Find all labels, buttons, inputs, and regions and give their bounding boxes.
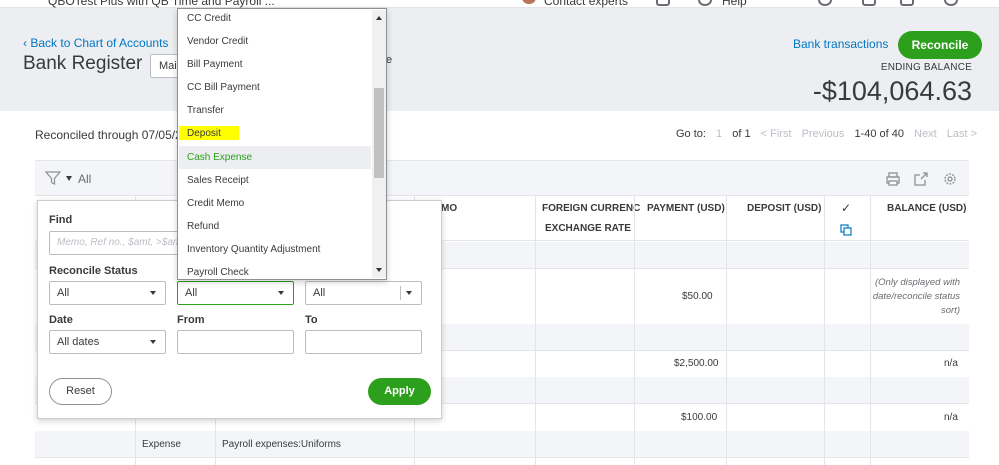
option-cash-expense[interactable]: Cash Expense	[179, 146, 371, 169]
option-vendor-credit[interactable]: Vendor Credit	[179, 30, 371, 53]
megaphone-icon[interactable]	[656, 0, 670, 6]
to-label: To	[305, 314, 318, 326]
tasks-icon[interactable]	[900, 0, 914, 6]
gear-icon[interactable]	[944, 0, 958, 6]
option-sales-receipt[interactable]: Sales Receipt	[179, 169, 371, 192]
option-bill-payment[interactable]: Bill Payment	[179, 53, 371, 76]
balance-note-cell: (Only displayed with date/reconcile stat…	[872, 277, 960, 316]
copy-icon[interactable]	[840, 224, 852, 236]
payment-column-header[interactable]: PAYMENT (USD)	[647, 203, 725, 214]
contact-experts-link[interactable]: Contact experts	[544, 0, 628, 8]
exchange-rate-column-header[interactable]: EXCHANGE RATE	[545, 223, 631, 234]
account-cell: Payroll expenses:Uniforms	[222, 439, 341, 450]
scrollbar-thumb[interactable]	[374, 88, 384, 178]
row-divider	[35, 457, 969, 458]
column-divider	[870, 196, 871, 465]
type-cell: Expense	[142, 439, 181, 450]
balance-column-header[interactable]: BALANCE (USD)	[887, 203, 966, 214]
reconciled-through-text: Reconciled through 07/05/2	[35, 128, 182, 142]
option-deposit[interactable]: Deposit	[179, 122, 371, 145]
goto-label: Go to:	[676, 128, 706, 140]
export-icon[interactable]	[913, 171, 929, 187]
payment-cell: $50.00	[682, 291, 713, 302]
option-credit-memo[interactable]: Credit Memo	[179, 192, 371, 215]
deposit-column-header[interactable]: DEPOSIT (USD)	[747, 203, 821, 214]
apps-grid-icon[interactable]	[775, 0, 789, 6]
transaction-type-value: All	[185, 287, 198, 299]
dropdown-scrollbar[interactable]	[372, 10, 386, 278]
chevron-down-icon	[150, 291, 156, 295]
chevron-down-icon	[150, 340, 156, 344]
option-transfer[interactable]: Transfer	[179, 99, 371, 122]
chevron-down-icon	[406, 291, 412, 295]
select-divider	[400, 286, 401, 300]
scroll-up-arrow-icon[interactable]	[376, 16, 382, 20]
column-divider	[634, 196, 635, 465]
help-icon[interactable]	[698, 0, 712, 6]
search-icon[interactable]	[818, 0, 832, 6]
find-label: Find	[49, 214, 73, 226]
option-payroll-check[interactable]: Payroll Check	[179, 261, 371, 279]
reconcile-status-value: All	[57, 287, 70, 299]
filter-bar: All	[35, 160, 969, 196]
balance-cell: n/a	[944, 412, 958, 423]
transaction-type-select[interactable]: All	[177, 281, 294, 305]
help-link[interactable]: Help	[722, 0, 747, 8]
avatar[interactable]	[522, 0, 536, 4]
ending-balance-label: ENDING BALANCE	[880, 62, 972, 73]
first-page-link[interactable]: < First	[761, 128, 792, 140]
page-title: Bank Register	[23, 53, 143, 74]
date-range-select[interactable]: All dates	[49, 330, 166, 354]
reconcile-status-select[interactable]: All	[49, 281, 166, 305]
filter-icon[interactable]	[45, 170, 61, 186]
chevron-down-icon[interactable]	[66, 176, 72, 181]
chevron-down-icon	[278, 291, 284, 295]
date-range-value: All dates	[57, 336, 100, 348]
to-date-input[interactable]	[305, 330, 422, 354]
from-date-input[interactable]	[177, 330, 294, 354]
page-header: ‹ Back to Chart of Accounts Bank Registe…	[0, 8, 999, 111]
print-icon[interactable]	[885, 171, 901, 187]
payment-cell: $2,500.00	[674, 358, 719, 369]
foreign-currency-column-header[interactable]: FOREIGN CURRENC	[542, 203, 640, 214]
last-page-link[interactable]: Last >	[947, 128, 977, 140]
ending-balance-value: -$104,064.63	[812, 76, 972, 106]
option-cc-credit[interactable]: CC Credit	[179, 9, 371, 30]
option-cc-bill-payment[interactable]: CC Bill Payment	[179, 76, 371, 99]
settings-gear-icon[interactable]	[942, 171, 958, 187]
filter-summary[interactable]: All	[78, 172, 91, 186]
payee-select[interactable]: All	[305, 281, 422, 305]
payee-value: All	[313, 287, 326, 299]
company-name[interactable]: QBOTest Plus with QB Time and Payroll ..…	[48, 0, 275, 8]
option-inventory-quantity-adjustment[interactable]: Inventory Quantity Adjustment	[179, 238, 371, 261]
column-divider	[726, 196, 727, 465]
column-divider	[535, 196, 536, 465]
back-to-chart-of-accounts-link[interactable]: ‹ Back to Chart of Accounts	[23, 36, 168, 50]
notifications-icon[interactable]	[862, 0, 876, 6]
app-top-bar: QBOTest Plus with QB Time and Payroll ..…	[0, 0, 999, 8]
transaction-type-dropdown-list[interactable]: CC Credit Vendor Credit Bill Payment CC …	[177, 8, 387, 280]
page-number-input[interactable]: 1	[716, 128, 722, 140]
from-label: From	[177, 314, 205, 326]
column-divider	[824, 196, 825, 465]
apply-button[interactable]: Apply	[368, 378, 431, 405]
bank-register-screen: QBOTest Plus with QB Time and Payroll ..…	[0, 0, 999, 465]
range-text: 1-40 of 40	[854, 128, 904, 140]
option-refund[interactable]: Refund	[179, 215, 371, 238]
pagination: Go to: 1 of 1 < First Previous 1-40 of 4…	[676, 128, 984, 140]
next-page-link[interactable]: Next	[914, 128, 937, 140]
payment-cell: $100.00	[681, 412, 718, 423]
page-count: of 1	[732, 128, 751, 140]
reconcile-status-label: Reconcile Status	[49, 265, 138, 277]
memo-column-header[interactable]: MO	[441, 203, 457, 214]
previous-page-link[interactable]: Previous	[802, 128, 845, 140]
reconcile-button[interactable]: Reconcile	[898, 31, 982, 59]
balance-cell: n/a	[944, 358, 958, 369]
scroll-down-arrow-icon[interactable]	[376, 268, 382, 272]
date-label: Date	[49, 314, 73, 326]
reset-button[interactable]: Reset	[49, 378, 112, 405]
reconcile-check-column-header[interactable]: ✓	[841, 201, 851, 215]
bank-transactions-link[interactable]: Bank transactions	[793, 37, 888, 51]
